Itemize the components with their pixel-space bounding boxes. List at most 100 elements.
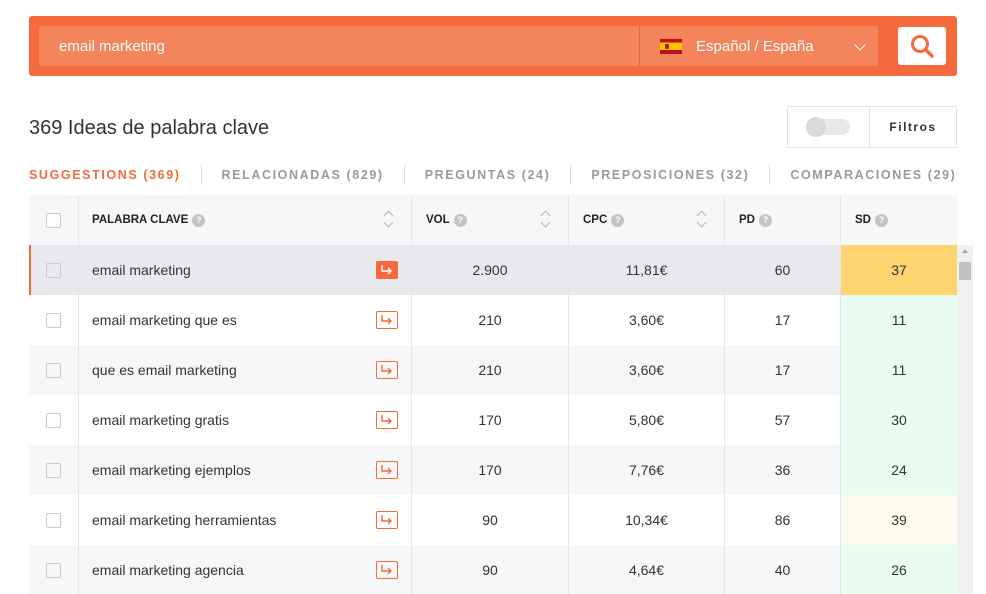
search-bar: Español / España [29,16,957,76]
language-label: Español / España [696,37,814,55]
header-vol[interactable]: VOL ? [412,195,569,245]
tab-divider [570,165,572,185]
header-cpc[interactable]: CPC ? [569,195,725,245]
row-checkbox[interactable] [46,462,61,478]
redirect-arrow-icon [381,565,392,575]
vol-cell: 210 [412,345,569,395]
info-icon[interactable]: ? [611,213,625,227]
header-sd-label: SD [855,214,871,226]
table-row[interactable]: email marketing gratis 170 5,80€ 57 30 [29,395,957,445]
table-row[interactable]: email marketing agencia 90 4,64€ 40 26 [29,545,957,594]
keyword-cell: email marketing agencia [79,545,412,594]
chevron-down-icon [854,39,866,51]
vol-cell: 90 [412,495,569,545]
keyword-text[interactable]: que es email marketing [92,362,237,378]
pd-cell: 86 [725,495,841,545]
sd-cell: 39 [841,495,957,545]
header-pd[interactable]: PD ? [725,195,841,245]
info-icon[interactable]: ? [758,213,772,227]
tab-questions[interactable]: PREGUNTAS (24) [425,168,551,182]
open-keyword-button[interactable] [376,461,398,479]
row-checkbox[interactable] [46,312,61,328]
sd-cell: 24 [841,445,957,495]
vol-cell: 210 [412,295,569,345]
keyword-text[interactable]: email marketing herramientas [92,512,276,528]
tab-prepositions[interactable]: PREPOSICIONES (32) [591,168,749,182]
row-checkbox-cell [29,295,79,345]
table-row[interactable]: email marketing que es 210 3,60€ 17 11 [29,295,957,345]
header-keyword[interactable]: PALABRA CLAVE ? [79,195,412,245]
tab-related[interactable]: RELACIONADAS (829) [222,168,384,182]
open-keyword-button[interactable] [376,411,398,429]
header-keyword-label: PALABRA CLAVE [92,214,189,226]
info-icon[interactable]: ? [192,213,206,227]
cpc-cell: 7,76€ [569,445,725,495]
pd-cell: 17 [725,345,841,395]
keyword-cell: email marketing que es [79,295,412,345]
tab-suggestions[interactable]: SUGGESTIONS (369) [29,168,181,182]
cpc-cell: 10,34€ [569,495,725,545]
pd-cell: 36 [725,445,841,495]
keyword-cell: email marketing gratis [79,395,412,445]
scroll-thumb[interactable] [959,262,971,280]
pd-cell: 40 [725,545,841,594]
tab-divider [403,165,405,185]
keyword-text[interactable]: email marketing agencia [92,562,244,578]
pd-cell: 57 [725,395,841,445]
keyword-cell: que es email marketing [79,345,412,395]
row-checkbox-cell [29,545,79,594]
open-keyword-button[interactable] [376,311,398,329]
table-row[interactable]: que es email marketing 210 3,60€ 17 11 [29,345,957,395]
keyword-table: PALABRA CLAVE ? VOL ? CPC ? PD ? SD ? em… [29,195,957,594]
filters-button[interactable]: Filtros [870,107,956,147]
cpc-cell: 11,81€ [569,245,725,295]
sort-icon[interactable] [540,210,550,228]
row-checkbox[interactable] [46,512,61,528]
redirect-arrow-icon [381,415,392,425]
filters-toggle[interactable] [805,117,850,137]
row-checkbox-cell [29,245,79,295]
info-icon[interactable]: ? [874,213,888,227]
cpc-cell: 3,60€ [569,345,725,395]
row-checkbox[interactable] [46,412,61,428]
table-body: email marketing 2.900 11,81€ 60 37 email… [29,245,957,594]
header-vol-label: VOL [426,214,450,226]
search-button[interactable] [898,27,946,65]
redirect-arrow-icon [381,515,392,525]
tab-comparisons[interactable]: COMPARACIONES (29) [790,168,956,182]
language-select[interactable]: Español / España [639,26,878,66]
row-checkbox[interactable] [46,362,61,378]
open-keyword-button[interactable] [376,361,398,379]
row-checkbox[interactable] [46,562,61,578]
scroll-up-icon[interactable] [962,249,968,253]
table-scrollbar[interactable] [957,245,973,594]
open-keyword-button[interactable] [376,261,398,279]
row-checkbox-cell [29,395,79,445]
table-row[interactable]: email marketing herramientas 90 10,34€ 8… [29,495,957,545]
table-row[interactable]: email marketing ejemplos 170 7,76€ 36 24 [29,445,957,495]
keyword-text[interactable]: email marketing gratis [92,412,229,428]
info-icon[interactable]: ? [453,213,467,227]
sd-cell: 26 [841,545,957,594]
header-sd[interactable]: SD ? [841,195,957,245]
toggle-knob [805,117,826,137]
pd-cell: 60 [725,245,841,295]
filters-panel: Filtros [787,106,957,148]
cpc-cell: 3,60€ [569,295,725,345]
row-checkbox-cell [29,345,79,395]
open-keyword-button[interactable] [376,561,398,579]
keyword-text[interactable]: email marketing ejemplos [92,462,251,478]
table-row[interactable]: email marketing 2.900 11,81€ 60 37 [29,245,957,295]
sort-icon[interactable] [383,210,393,228]
select-all-checkbox[interactable] [46,212,61,228]
cpc-cell: 4,64€ [569,545,725,594]
sort-icon[interactable] [696,210,706,228]
sd-cell: 37 [841,245,957,295]
keyword-text[interactable]: email marketing que es [92,312,237,328]
open-keyword-button[interactable] [376,511,398,529]
keyword-text[interactable]: email marketing [92,262,191,278]
vol-cell: 170 [412,445,569,495]
row-checkbox[interactable] [46,262,61,278]
page-title: 369 Ideas de palabra clave [29,117,270,139]
keyword-search-input[interactable] [39,26,639,66]
